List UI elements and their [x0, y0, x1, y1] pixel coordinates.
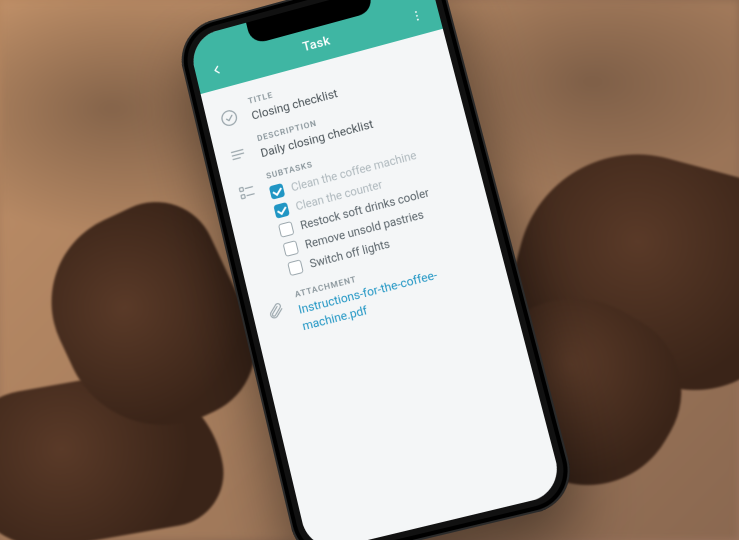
back-button[interactable] [202, 56, 230, 84]
text-lines-icon [227, 144, 248, 165]
checklist-icon [236, 182, 257, 203]
subtask-checkbox[interactable] [273, 202, 290, 219]
subtask-checkbox[interactable] [278, 221, 295, 238]
checkmark-circle-icon [217, 106, 240, 130]
overflow-menu-button[interactable] [402, 2, 431, 31]
header-title: Task [301, 33, 332, 54]
subtask-checkbox[interactable] [287, 260, 304, 277]
subtask-checkbox[interactable] [268, 183, 285, 200]
chevron-left-icon [208, 62, 224, 78]
subtask-checkbox[interactable] [282, 240, 299, 257]
paperclip-icon [264, 300, 285, 322]
more-vertical-icon [408, 7, 425, 24]
